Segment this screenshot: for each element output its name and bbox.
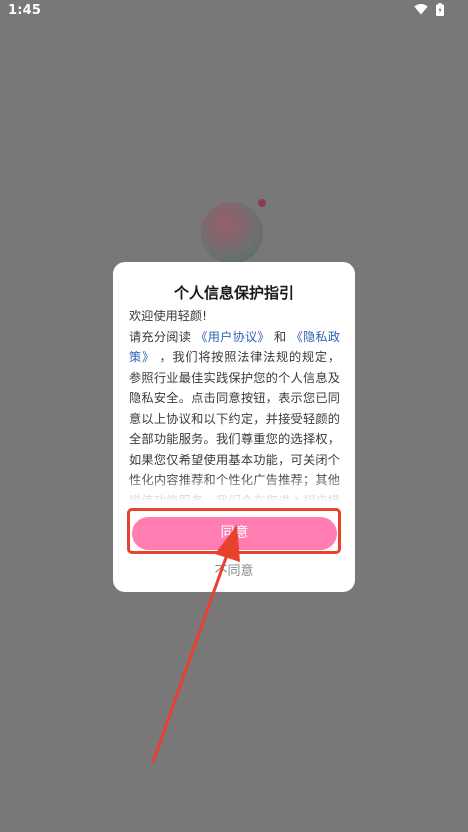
- dialog-body: 欢迎使用轻颜! 请充分阅读 《用户协议》 和 《隐私政策》 ，我们将按照法律法规…: [129, 306, 340, 502]
- status-bar: 1:45: [0, 0, 468, 22]
- battery-icon: [436, 3, 444, 16]
- privacy-dialog: 个人信息保护指引 欢迎使用轻颜! 请充分阅读 《用户协议》 和 《隐私政策》 ，…: [113, 262, 355, 592]
- agree-button[interactable]: 同意: [132, 517, 337, 550]
- greeting-text: 欢迎使用轻颜!: [129, 309, 208, 323]
- body-prefix: 请充分阅读: [129, 329, 192, 344]
- app-logo: [201, 202, 263, 264]
- text-fade: [129, 474, 340, 502]
- dialog-title: 个人信息保护指引: [173, 284, 294, 302]
- wifi-icon: [414, 4, 428, 15]
- status-time: 1:45: [8, 3, 42, 18]
- disagree-button[interactable]: 不同意: [113, 560, 355, 579]
- user-agreement-link[interactable]: 《用户协议》: [195, 330, 270, 344]
- body-conjunction: 和: [274, 329, 287, 344]
- app-logo-dot: [258, 199, 266, 207]
